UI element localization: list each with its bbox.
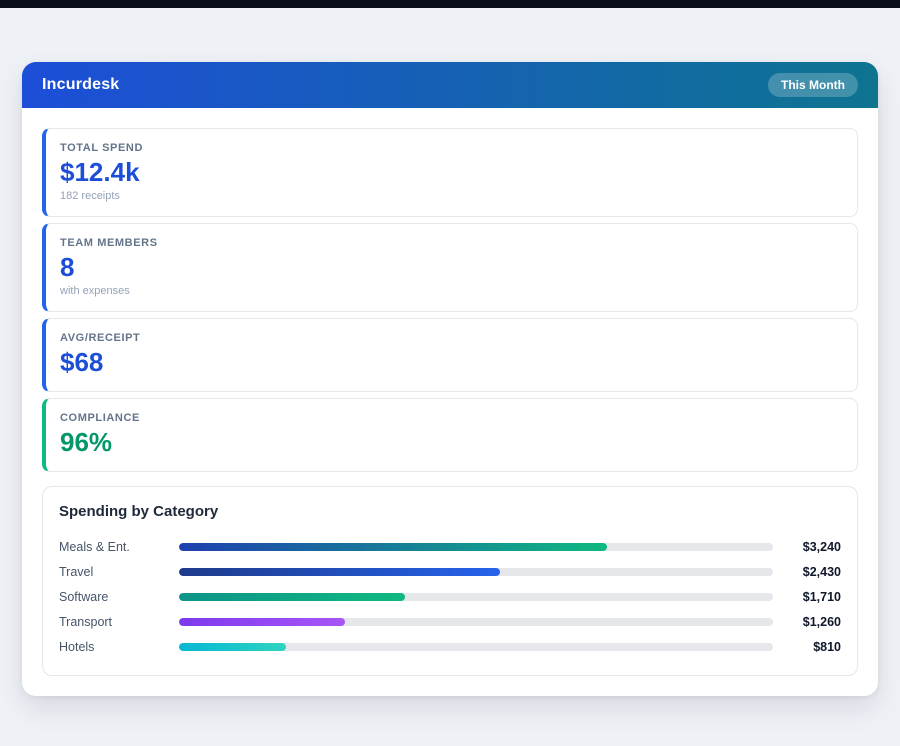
category-label: Transport [59, 615, 179, 629]
bar-fill-transport [179, 618, 345, 626]
bar-fill-travel [179, 568, 500, 576]
category-label: Hotels [59, 640, 179, 654]
app-card: Incurdesk This Month TOTAL SPEND $12.4k … [22, 62, 878, 696]
chart-row-travel: Travel $2,430 [59, 559, 841, 584]
stat-sub: with expenses [60, 284, 843, 299]
stat-label: AVG/RECEIPT [60, 331, 843, 346]
stat-card-avg-receipt: AVG/RECEIPT $68 [42, 318, 858, 392]
bar-fill-meals [179, 543, 607, 551]
spending-by-category-card: Spending by Category Meals & Ent. $3,240… [42, 486, 858, 676]
chart-row-hotels: Hotels $810 [59, 634, 841, 659]
chart-title: Spending by Category [59, 503, 841, 520]
app-main: TOTAL SPEND $12.4k 182 receipts TEAM MEM… [22, 108, 878, 696]
category-label: Software [59, 590, 179, 604]
stat-label: TEAM MEMBERS [60, 236, 843, 251]
stat-value: 96% [60, 426, 843, 459]
period-badge[interactable]: This Month [768, 73, 858, 97]
bar-track [179, 618, 773, 626]
stat-card-compliance: COMPLIANCE 96% [42, 398, 858, 472]
app-title: Incurdesk [42, 76, 119, 94]
bar-fill-software [179, 593, 405, 601]
category-label: Meals & Ent. [59, 540, 179, 554]
stat-value: $12.4k [60, 156, 843, 189]
app-header: Incurdesk This Month [22, 62, 878, 108]
chart-row-transport: Transport $1,260 [59, 609, 841, 634]
stat-label: COMPLIANCE [60, 411, 843, 426]
chart-row-meals: Meals & Ent. $3,240 [59, 534, 841, 559]
category-value: $2,430 [783, 565, 841, 579]
stat-card-total-spend: TOTAL SPEND $12.4k 182 receipts [42, 128, 858, 217]
category-label: Travel [59, 565, 179, 579]
stat-value: $68 [60, 346, 843, 379]
top-strip [0, 0, 900, 8]
category-value: $1,710 [783, 590, 841, 604]
bar-fill-hotels [179, 643, 286, 651]
stat-sub: 182 receipts [60, 189, 843, 204]
bar-track [179, 643, 773, 651]
stat-label: TOTAL SPEND [60, 141, 843, 156]
category-value: $3,240 [783, 540, 841, 554]
bar-track [179, 593, 773, 601]
stat-value: 8 [60, 251, 843, 284]
category-value: $1,260 [783, 615, 841, 629]
bar-track [179, 543, 773, 551]
category-value: $810 [783, 640, 841, 654]
bar-track [179, 568, 773, 576]
stat-card-team-members: TEAM MEMBERS 8 with expenses [42, 223, 858, 312]
chart-row-software: Software $1,710 [59, 584, 841, 609]
